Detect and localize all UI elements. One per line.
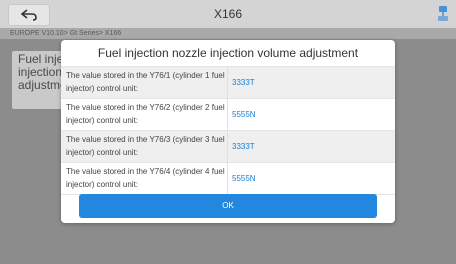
row-value: 5555N: [232, 110, 256, 119]
row-label: The value stored in the Y76/1 (cylinder …: [66, 71, 225, 93]
row-label: The value stored in the Y76/3 (cylinder …: [66, 135, 225, 157]
dialog-title: Fuel injection nozzle injection volume a…: [61, 40, 395, 67]
table-row: The value stored in the Y76/1 (cylinder …: [61, 67, 395, 99]
ok-button[interactable]: OK: [79, 194, 377, 218]
breadcrumb: EUROPE V10.10> Gt Series> X166: [10, 30, 122, 37]
table-row: The value stored in the Y76/2 (cylinder …: [61, 99, 395, 131]
row-value: 5555N: [232, 174, 256, 183]
row-value: 3333T: [232, 78, 255, 87]
row-label: The value stored in the Y76/2 (cylinder …: [66, 103, 225, 125]
divider: [227, 131, 228, 162]
divider: [227, 163, 228, 194]
divider: [227, 99, 228, 130]
divider: [227, 67, 228, 98]
table-row: The value stored in the Y76/4 (cylinder …: [61, 163, 395, 195]
vci-connection-icon[interactable]: [436, 5, 450, 23]
adjustment-dialog: Fuel injection nozzle injection volume a…: [61, 40, 395, 223]
page-title: X166: [213, 7, 243, 21]
row-label: The value stored in the Y76/4 (cylinder …: [66, 167, 225, 189]
row-value: 3333T: [232, 142, 255, 151]
top-bar: X166: [0, 0, 456, 29]
breadcrumb-bar: EUROPE V10.10> Gt Series> X166: [0, 28, 456, 39]
table-row: The value stored in the Y76/3 (cylinder …: [61, 131, 395, 163]
